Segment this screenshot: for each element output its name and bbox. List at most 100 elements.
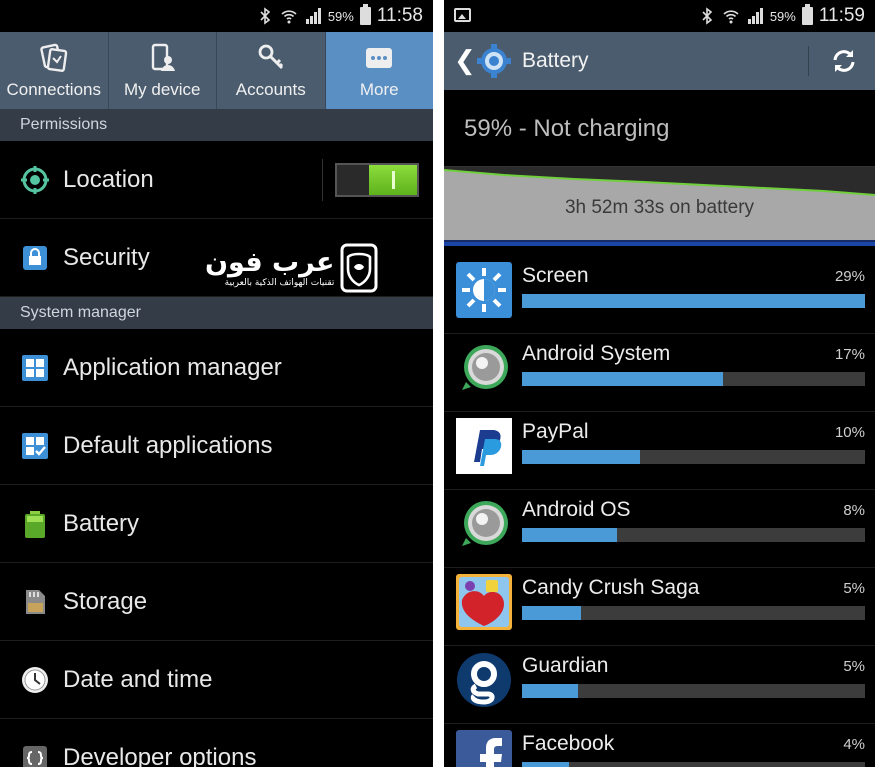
battery-status-icon	[359, 4, 371, 25]
clock-time: 11:58	[376, 5, 423, 26]
clock-time: 11:59	[818, 5, 865, 26]
battery-usage-item-candy-crush-saga[interactable]: Candy Crush Saga 5%	[444, 568, 875, 646]
settings-screen: 59% 11:58 Connections My device Accounts…	[0, 0, 433, 767]
wifi-icon	[723, 10, 739, 24]
more-icon	[366, 47, 393, 68]
settings-item-default-applications[interactable]: Default applications	[0, 407, 433, 485]
candy-crush-icon	[456, 574, 512, 630]
battery-percent: 59%	[769, 8, 796, 24]
usage-bar-fill	[522, 684, 579, 698]
app-name: Android OS	[522, 498, 631, 521]
app-percent: 29%	[834, 268, 865, 285]
settings-gear-icon	[477, 44, 511, 78]
sd-card-icon	[20, 587, 50, 617]
usage-bar-track	[522, 762, 865, 767]
divider	[808, 46, 809, 76]
app-name: Facebook	[522, 732, 615, 755]
image-notification-icon	[454, 8, 471, 22]
app-percent: 8%	[843, 502, 865, 519]
bluetooth-icon	[260, 7, 271, 25]
battery-duration-label: 3h 52m 33s on battery	[564, 197, 755, 218]
usage-bar-fill	[522, 606, 581, 620]
app-name: Guardian	[522, 654, 609, 677]
tab-accounts[interactable]: Accounts	[217, 32, 326, 109]
settings-item-label: Security	[63, 243, 150, 271]
watermark-subtext: تقنيات الهواتف الذكية بالعربية	[224, 278, 335, 288]
battery-icon	[20, 509, 50, 539]
paypal-icon	[456, 418, 512, 474]
settings-item-label: Location	[63, 165, 154, 193]
watermark-text: عرب فون	[205, 247, 335, 278]
developer-icon	[20, 743, 50, 767]
connections-icon	[40, 43, 68, 72]
tab-more-label: More	[359, 79, 399, 99]
app-percent: 10%	[834, 424, 865, 441]
refresh-icon[interactable]	[829, 46, 859, 76]
usage-bar-track	[522, 606, 865, 620]
battery-usage-item-paypal[interactable]: PayPal 10%	[444, 412, 875, 490]
watermark-emblem-icon	[340, 243, 378, 293]
usage-bar-track	[522, 450, 865, 464]
settings-item-application-manager[interactable]: Application manager	[0, 329, 433, 407]
settings-item-battery[interactable]: Battery	[0, 485, 433, 563]
battery-history-graph[interactable]: 3h 52m 33s on battery	[444, 167, 875, 240]
battery-usage-item-facebook[interactable]: Facebook 4%	[444, 724, 875, 767]
settings-tabs: Connections My device Accounts More	[0, 32, 433, 109]
settings-item-label: Date and time	[63, 665, 213, 693]
tab-connections-label: Connections	[6, 79, 101, 99]
battery-usage-list: Screen 29% Android System 17% PayPal 10%	[444, 246, 875, 767]
section-header-system-manager: System manager	[0, 297, 433, 329]
app-grid-icon	[20, 353, 50, 383]
app-percent: 17%	[834, 346, 865, 363]
action-bar: ❮ Battery	[444, 32, 875, 90]
tab-my-device-label: My device	[123, 79, 201, 99]
status-bar: 59% 11:59	[444, 0, 875, 32]
tab-my-device[interactable]: My device	[109, 32, 217, 109]
usage-bar-fill	[522, 450, 641, 464]
battery-usage-item-screen[interactable]: Screen 29%	[444, 256, 875, 334]
usage-bar-track	[522, 528, 865, 542]
app-name: PayPal	[522, 420, 589, 443]
battery-status-icon	[801, 4, 813, 25]
watermark-logo: عرب فون تقنيات الهواتف الذكية بالعربية	[205, 243, 378, 293]
battery-usage-item-android-system[interactable]: Android System 17%	[444, 334, 875, 412]
settings-item-location[interactable]: Location	[0, 141, 433, 219]
battery-status-text: 59% - Not charging	[444, 90, 875, 167]
bluetooth-icon	[702, 7, 713, 25]
usage-bar-fill	[522, 294, 865, 308]
my-device-icon	[152, 43, 176, 71]
settings-item-storage[interactable]: Storage	[0, 563, 433, 641]
settings-item-developer-options[interactable]: Developer options	[0, 719, 433, 767]
android-os-icon	[462, 501, 508, 546]
toggle-knob	[369, 165, 417, 195]
settings-item-label: Battery	[63, 509, 140, 537]
signal-icon	[747, 8, 763, 24]
android-system-icon	[462, 345, 508, 390]
app-percent: 5%	[843, 658, 865, 675]
tab-connections[interactable]: Connections	[0, 32, 109, 109]
wifi-icon	[281, 10, 297, 24]
usage-bar-track	[522, 294, 865, 308]
clock-icon	[20, 665, 50, 695]
tab-more[interactable]: More	[325, 32, 433, 109]
usage-bar-fill	[522, 762, 570, 767]
facebook-icon	[456, 730, 512, 767]
location-icon	[20, 165, 50, 195]
location-toggle[interactable]	[335, 163, 419, 197]
divider	[322, 159, 323, 201]
battery-percent: 59%	[327, 8, 354, 24]
settings-item-label: Developer options	[63, 743, 257, 767]
page-title: Battery	[522, 49, 589, 72]
app-name: Android System	[522, 342, 671, 365]
usage-bar-track	[522, 372, 865, 386]
lock-icon	[20, 243, 50, 273]
settings-item-label: Storage	[63, 587, 148, 615]
battery-usage-item-guardian[interactable]: Guardian 5%	[444, 646, 875, 724]
battery-usage-item-android-os[interactable]: Android OS 8%	[444, 490, 875, 568]
tab-accounts-label: Accounts	[235, 79, 306, 99]
settings-item-date-and-time[interactable]: Date and time	[0, 641, 433, 719]
usage-bar-track	[522, 684, 865, 698]
app-percent: 4%	[843, 736, 865, 753]
back-icon[interactable]: ❮	[454, 46, 476, 76]
guardian-icon	[457, 653, 511, 707]
